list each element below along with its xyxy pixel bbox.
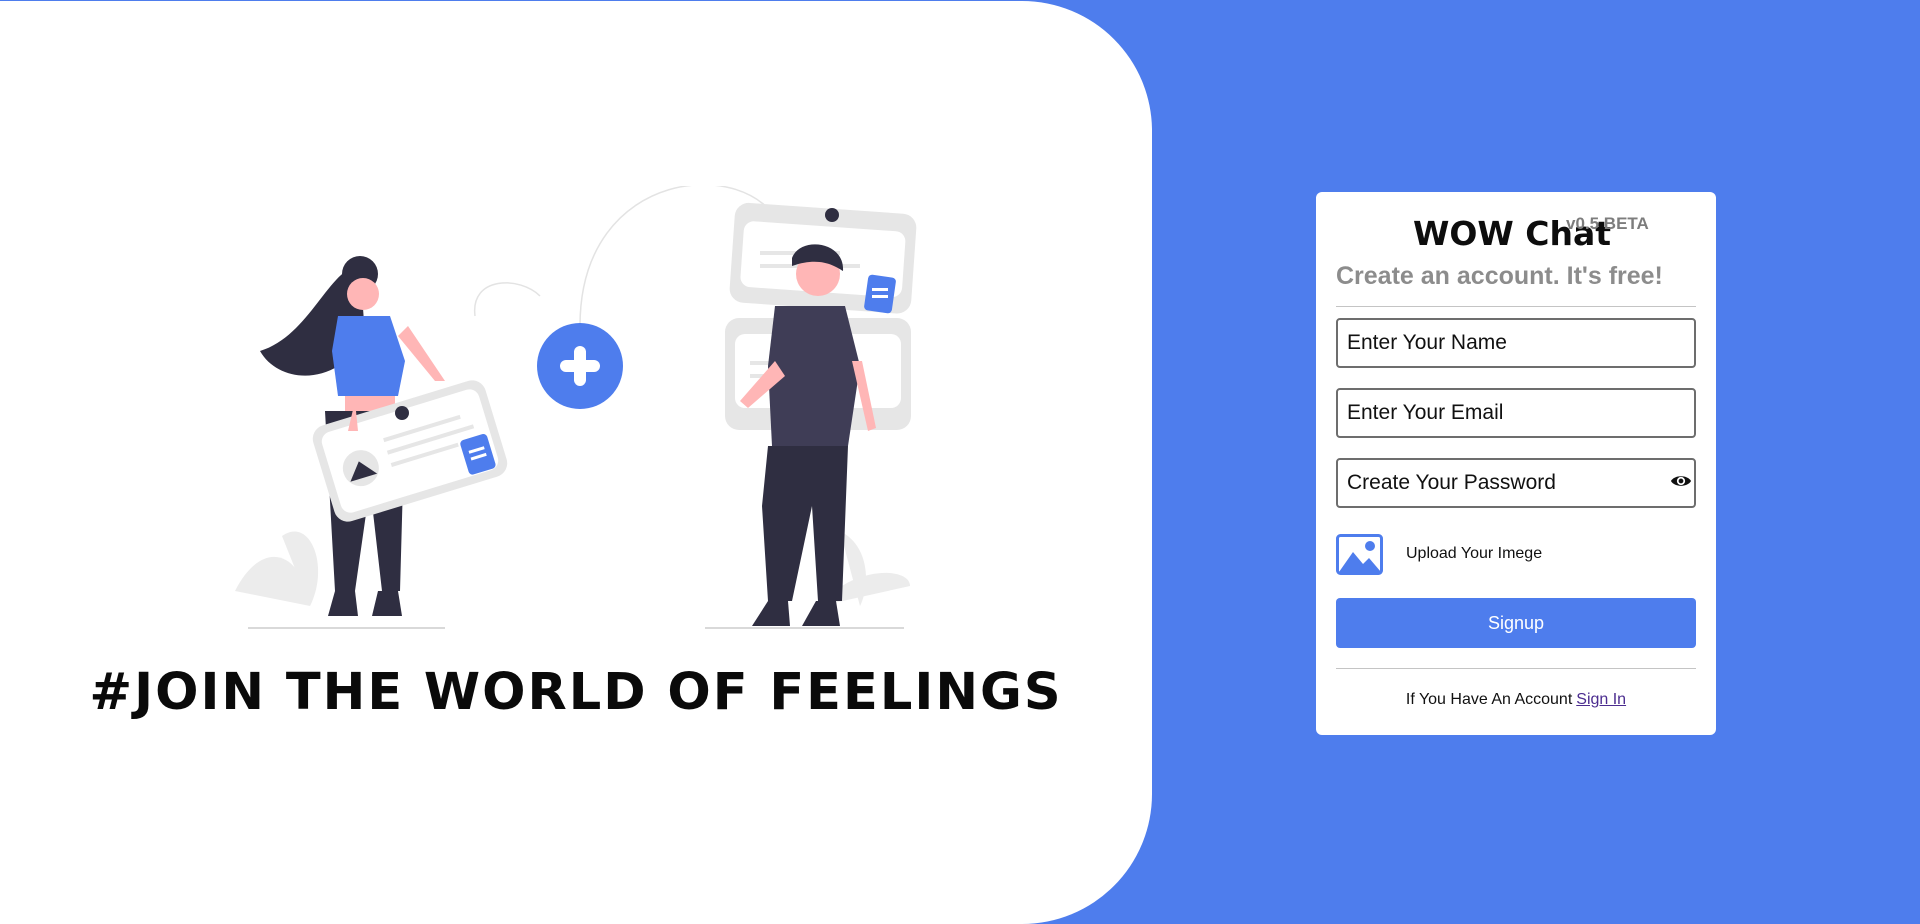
- signin-row: If You Have An Account Sign In: [1316, 691, 1716, 709]
- name-input[interactable]: [1336, 318, 1696, 368]
- signup-card: WOW Chat v0.5 BETA Create an account. It…: [1316, 192, 1716, 735]
- signin-prompt: If You Have An Account: [1405, 691, 1573, 708]
- signup-button[interactable]: Signup: [1336, 598, 1696, 648]
- eye-icon[interactable]: [1670, 472, 1692, 490]
- signin-link[interactable]: Sign In: [1576, 691, 1626, 708]
- upload-image-button[interactable]: Upload Your Imege: [1336, 531, 1542, 577]
- image-icon: [1336, 533, 1383, 575]
- people-chat-illustration: [235, 186, 917, 629]
- password-input[interactable]: [1336, 458, 1696, 508]
- form-subtitle: Create an account. It's free!: [1336, 262, 1663, 290]
- brand: WOW Chat v0.5 BETA: [1316, 214, 1716, 253]
- email-input[interactable]: [1336, 388, 1696, 438]
- version-badge: v0.5 BETA: [1566, 214, 1649, 233]
- divider-top: [1336, 306, 1696, 307]
- hero-tagline: #JOIN THE WORLD OF FEELINGS: [89, 663, 1063, 722]
- divider-bottom: [1336, 668, 1696, 669]
- hero-panel: #JOIN THE WORLD OF FEELINGS: [0, 1, 1152, 924]
- upload-label: Upload Your Imege: [1406, 545, 1543, 562]
